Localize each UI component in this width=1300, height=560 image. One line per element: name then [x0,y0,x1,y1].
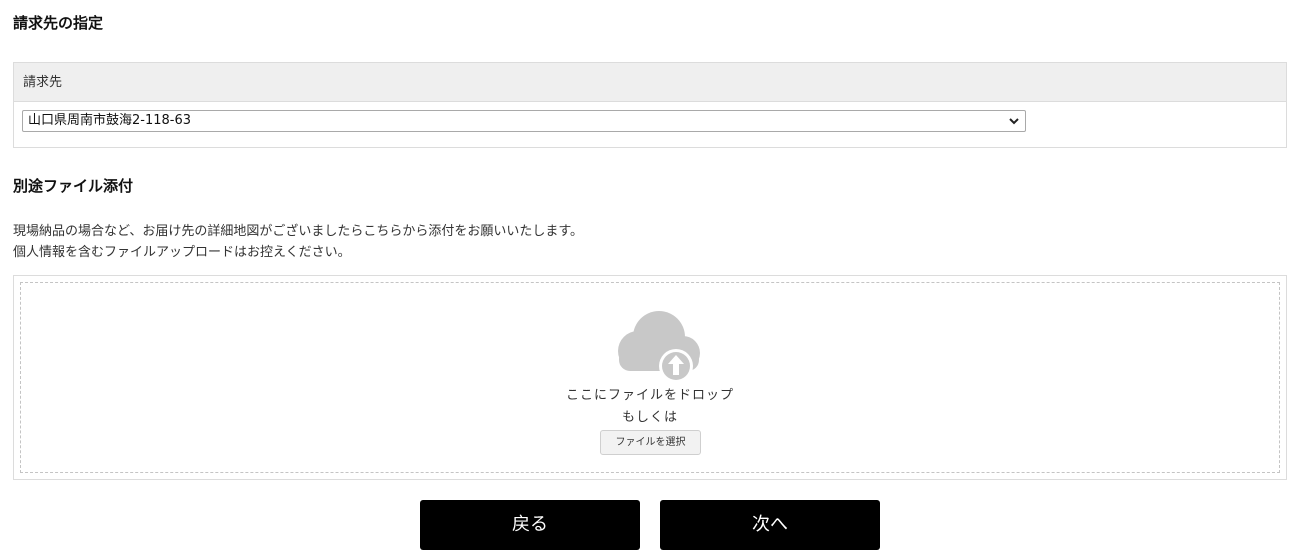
drop-instruction: ここにファイルをドロップ [565,388,734,403]
file-drop-zone[interactable]: ここにファイルをドロップ もしくは ファイルを選択 [20,282,1280,473]
file-drop-area[interactable]: ここにファイルをドロップ もしくは ファイルを選択 [13,275,1287,480]
billing-address-value: 山口県周南市鼓海2-118-63 [28,113,192,128]
back-button[interactable]: 戻る [420,500,640,550]
drop-or-text: もしくは [621,410,678,425]
billing-row: 山口県周南市鼓海2-118-63 [14,102,1286,147]
chevron-down-icon [1009,118,1019,125]
attachment-description-line1: 現場納品の場合など、お届け先の詳細地図がございましたらこちらから添付をお願いいた… [13,224,584,239]
billing-page: 請求先の指定 請求先 山口県周南市鼓海2-118-63 別途ファイル添付 現場納… [0,0,1300,560]
billing-section-title: 請求先の指定 [13,14,104,32]
billing-address-select[interactable]: 山口県周南市鼓海2-118-63 [22,110,1026,132]
select-file-button[interactable]: ファイルを選択 [600,430,701,455]
next-button[interactable]: 次へ [660,500,880,550]
attachment-description-line2: 個人情報を含むファイルアップロードはお控えください。 [13,245,351,260]
attachment-section-title: 別途ファイル添付 [13,177,134,195]
billing-table: 請求先 山口県周南市鼓海2-118-63 [13,62,1287,148]
billing-column-header: 請求先 [14,63,1286,102]
attachment-description: 現場納品の場合など、お届け先の詳細地図がございましたらこちらから添付をお願いいた… [13,221,583,263]
cloud-upload-icon [618,311,700,383]
